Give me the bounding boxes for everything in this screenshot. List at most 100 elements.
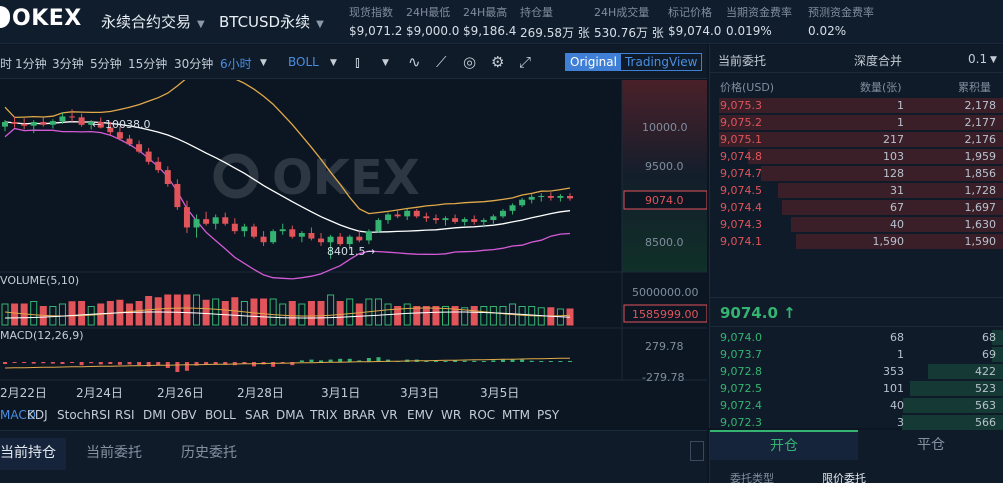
bid-cum: 68 <box>982 331 996 344</box>
candle-body <box>11 122 18 124</box>
ask-row[interactable]: 9,074.4 67 1,697 <box>710 199 1003 216</box>
indicator-tab-emv[interactable]: EMV <box>407 408 433 422</box>
ask-row[interactable]: 9,075.2 1 2,177 <box>710 114 1003 131</box>
volume-bar <box>403 303 411 326</box>
macd-bar <box>309 359 314 362</box>
interval-15m[interactable]: 15分钟 <box>128 55 167 72</box>
current-price-label: 9074.0 <box>645 194 684 207</box>
chevron-down-icon[interactable]: ▼ <box>330 58 337 68</box>
indicator-tab-dma[interactable]: DMA <box>276 408 304 422</box>
volume-bar <box>164 294 172 326</box>
ask-row[interactable]: 9,075.1 217 2,176 <box>710 131 1003 148</box>
candle-style-icon[interactable]: ⫾ <box>355 53 360 71</box>
bid-row[interactable]: 9,074.0 68 68 <box>710 329 1003 346</box>
tab-close-position[interactable]: 平仓 <box>858 430 1003 460</box>
bid-price: 9,073.7 <box>720 348 762 361</box>
chevron-down-icon[interactable]: ▼ <box>990 55 997 65</box>
macd-bar <box>558 361 563 362</box>
kline-svg[interactable]: OKEX 10000.0 9500.0 8500.0 9074.0 ← 1003… <box>0 80 707 405</box>
indicator-tab-stochrsi[interactable]: StochRSI <box>57 408 110 422</box>
indicator-tab-obv[interactable]: OBV <box>171 408 197 422</box>
ask-cum: 1,590 <box>964 235 997 248</box>
bid-row[interactable]: 9,072.5 101 523 <box>710 380 1003 397</box>
volume-bars <box>1 294 574 326</box>
gear-icon[interactable]: ⚙ <box>491 53 504 71</box>
volume-bar <box>442 306 450 326</box>
indicator-tab-kdj[interactable]: KDJ <box>27 408 48 422</box>
ask-row[interactable]: 9,074.8 103 1,959 <box>710 148 1003 165</box>
bid-cum: 523 <box>975 382 996 395</box>
ask-row[interactable]: 9,074.5 31 1,728 <box>710 182 1003 199</box>
collapse-handle[interactable] <box>690 441 704 461</box>
interval-time[interactable]: 时 <box>0 55 12 72</box>
fullscreen-icon[interactable]: ⤢ <box>519 53 531 71</box>
indicator-tab-sar[interactable]: SAR <box>245 408 269 422</box>
ask-price: 9,074.8 <box>720 150 762 163</box>
ask-row[interactable]: 9,074.7 128 1,856 <box>710 165 1003 182</box>
macd-bar <box>500 359 505 362</box>
candle-body <box>270 231 277 243</box>
ask-row[interactable]: 9,074.3 40 1,630 <box>710 216 1003 233</box>
ask-row[interactable]: 9,074.1 1,590 1,590 <box>710 233 1003 250</box>
candle-body <box>298 233 305 237</box>
kline-chart[interactable]: OKEX 10000.0 9500.0 8500.0 9074.0 ← 1003… <box>0 80 707 428</box>
candle-body <box>155 161 162 171</box>
tab-open-orders[interactable]: 当前委托 <box>86 442 142 462</box>
candle-body <box>21 123 28 126</box>
instrument-selector[interactable]: BTCUSD永续 ▼ <box>219 11 324 32</box>
interval-6h[interactable]: 6小时 <box>220 55 252 72</box>
candle-body <box>519 199 526 206</box>
merge-value-select[interactable]: 0.1 <box>968 52 987 66</box>
bid-row[interactable]: 9,072.3 3 566 <box>710 414 1003 431</box>
ask-row[interactable]: 9,075.3 1 2,178 <box>710 97 1003 114</box>
order-type-select[interactable]: 限价委托 <box>822 470 866 483</box>
interval-30m[interactable]: 30分钟 <box>174 55 213 72</box>
indicator-selector[interactable]: BOLL <box>288 55 319 69</box>
interval-3m[interactable]: 3分钟 <box>52 55 84 72</box>
volume-bar <box>250 298 258 326</box>
tab-open-position[interactable]: 开仓 <box>710 430 858 460</box>
indicator-tab-brar[interactable]: BRAR <box>343 408 376 422</box>
indicator-tab-mtm[interactable]: MTM <box>502 408 530 422</box>
ask-qty: 67 <box>890 201 904 214</box>
tab-positions[interactable]: 当前持仓 <box>0 438 66 470</box>
camera-icon[interactable]: ◎ <box>463 53 476 71</box>
tab-order-history[interactable]: 历史委托 <box>181 442 237 462</box>
okex-logo[interactable]: OKEX <box>0 6 82 31</box>
indicator-tab-wr[interactable]: WR <box>441 408 461 422</box>
trade-panel: 开仓 平仓 委托类型 限价委托 <box>709 430 1003 483</box>
candle-body <box>346 236 353 245</box>
high-annotation: 10038.0 <box>105 118 151 131</box>
line-draw-icon[interactable]: ∿ <box>408 53 421 71</box>
ruler-icon[interactable]: ⟋ <box>436 53 447 71</box>
indicator-tab-trix[interactable]: TRIX <box>310 408 337 422</box>
volume-bar <box>279 303 287 326</box>
bid-row[interactable]: 9,072.8 353 422 <box>710 363 1003 380</box>
bid-row[interactable]: 9,072.4 40 563 <box>710 397 1003 414</box>
indicator-bar: MACD KDJ StochRSI RSI DMI OBV BOLL SAR DMA TRIX BR… <box>0 405 707 427</box>
ask-cum: 2,176 <box>964 133 997 146</box>
indicator-tab-roc[interactable]: ROC <box>469 408 495 422</box>
indicator-tab-vr[interactable]: VR <box>381 408 398 422</box>
bid-row[interactable]: 9,073.7 1 69 <box>710 346 1003 363</box>
indicator-tab-psy[interactable]: PSY <box>537 408 559 422</box>
product-label: 永续合约交易 <box>101 13 192 31</box>
interval-5m[interactable]: 5分钟 <box>90 55 122 72</box>
product-selector[interactable]: 永续合约交易 ▼ <box>101 11 205 32</box>
indicator-tab-boll[interactable]: BOLL <box>205 408 236 422</box>
last-price-row: 9074.0 ↑ <box>710 297 1003 327</box>
stat-spot-index: 现货指数 $9,071.2 <box>349 4 402 38</box>
indicator-tab-dmi[interactable]: DMI <box>143 408 166 422</box>
chevron-down-icon[interactable]: ▼ <box>382 58 389 68</box>
candle-body <box>413 210 420 217</box>
interval-1m[interactable]: 1分钟 <box>15 55 47 72</box>
macd-bar <box>60 362 65 364</box>
view-tradingview-button[interactable]: TradingView <box>621 54 702 70</box>
candle-body <box>480 220 487 222</box>
chevron-down-icon[interactable]: ▼ <box>260 58 267 68</box>
volume-bar <box>202 299 210 326</box>
view-original-button[interactable]: Original <box>566 54 621 70</box>
indicator-tab-rsi[interactable]: RSI <box>115 408 135 422</box>
stat-open-interest: 持仓量 269.58万 张 <box>520 4 590 41</box>
order-book-columns: 价格(USD) 数量(张) 累积量 <box>710 77 1003 95</box>
